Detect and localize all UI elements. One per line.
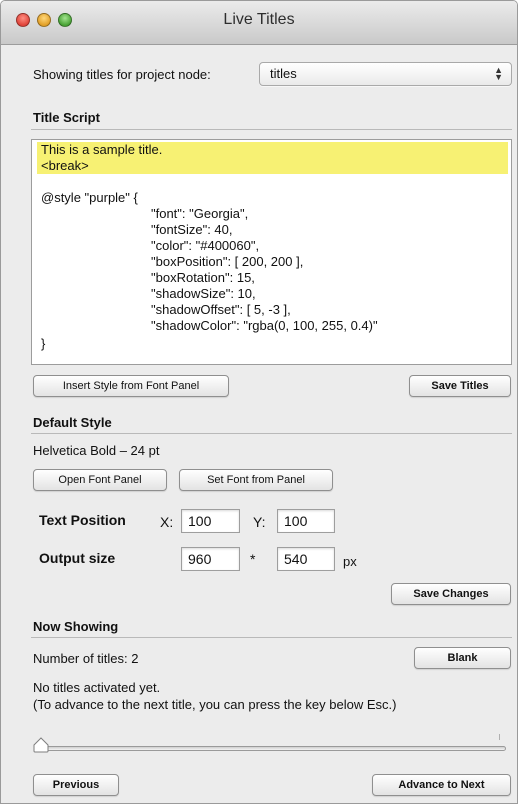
previous-button[interactable]: Previous	[33, 774, 119, 796]
save-titles-button[interactable]: Save Titles	[409, 375, 511, 397]
output-size-label: Output size	[39, 550, 116, 566]
blank-button[interactable]: Blank	[414, 647, 511, 669]
title-count: Number of titles: 2	[33, 651, 139, 666]
open-font-panel-button[interactable]: Open Font Panel	[33, 469, 167, 491]
live-titles-window: Live Titles Showing titles for project n…	[0, 0, 518, 804]
script-line: "color": "#400060",	[151, 238, 260, 253]
set-font-from-panel-button[interactable]: Set Font from Panel	[179, 469, 333, 491]
updown-arrows-icon: ▲ ▼	[494, 65, 503, 82]
script-line: }	[41, 336, 46, 351]
title-script-heading: Title Script	[33, 110, 100, 125]
script-line: "shadowColor": "rgba(0, 100, 255, 0.4)"	[151, 318, 378, 333]
script-line: "shadowOffset": [ 5, -3 ],	[151, 302, 291, 317]
script-line: "fontSize": 40,	[151, 222, 233, 237]
y-position-field[interactable]: 100	[277, 509, 335, 533]
section-divider	[31, 433, 512, 434]
save-changes-button[interactable]: Save Changes	[391, 583, 511, 605]
title-script-editor[interactable]: This is a sample title. <break> @style "…	[31, 139, 512, 365]
status-line-1: No titles activated yet.	[33, 680, 161, 695]
script-line: <break>	[37, 158, 508, 174]
project-node-label: Showing titles for project node:	[33, 67, 211, 82]
title-slider-track[interactable]	[34, 746, 506, 751]
insert-style-button[interactable]: Insert Style from Font Panel	[33, 375, 229, 397]
status-line-2: (To advance to the next title, you can p…	[33, 697, 397, 712]
section-divider	[31, 637, 512, 638]
output-size-unit: px	[343, 554, 357, 569]
y-label: Y:	[253, 514, 266, 530]
text-position-label: Text Position	[39, 512, 126, 528]
project-node-select[interactable]: titles ▲ ▼	[259, 62, 512, 86]
script-line: "font": "Georgia",	[151, 206, 249, 221]
project-node-selected: titles	[270, 66, 297, 81]
times-symbol: *	[250, 551, 256, 567]
advance-to-next-button[interactable]: Advance to Next	[372, 774, 511, 796]
now-showing-heading: Now Showing	[33, 619, 119, 634]
script-line: "boxPosition": [ 200, 200 ],	[151, 254, 304, 269]
section-divider	[31, 129, 512, 130]
slider-tick-mark	[499, 734, 500, 740]
output-height-field[interactable]: 540	[277, 547, 335, 571]
title-bar[interactable]: Live Titles	[1, 1, 517, 45]
font-description: Helvetica Bold – 24 pt	[33, 443, 160, 458]
script-line: "shadowSize": 10,	[151, 286, 256, 301]
x-label: X:	[160, 514, 174, 530]
script-line: "boxRotation": 15,	[151, 270, 255, 285]
window-title: Live Titles	[223, 11, 295, 28]
default-style-heading: Default Style	[33, 415, 112, 430]
script-line: @style "purple" {	[41, 190, 138, 205]
title-slider-knob[interactable]	[33, 737, 49, 753]
script-line: This is a sample title.	[37, 142, 508, 158]
x-position-field[interactable]: 100	[181, 509, 240, 533]
output-width-field[interactable]: 960	[181, 547, 240, 571]
